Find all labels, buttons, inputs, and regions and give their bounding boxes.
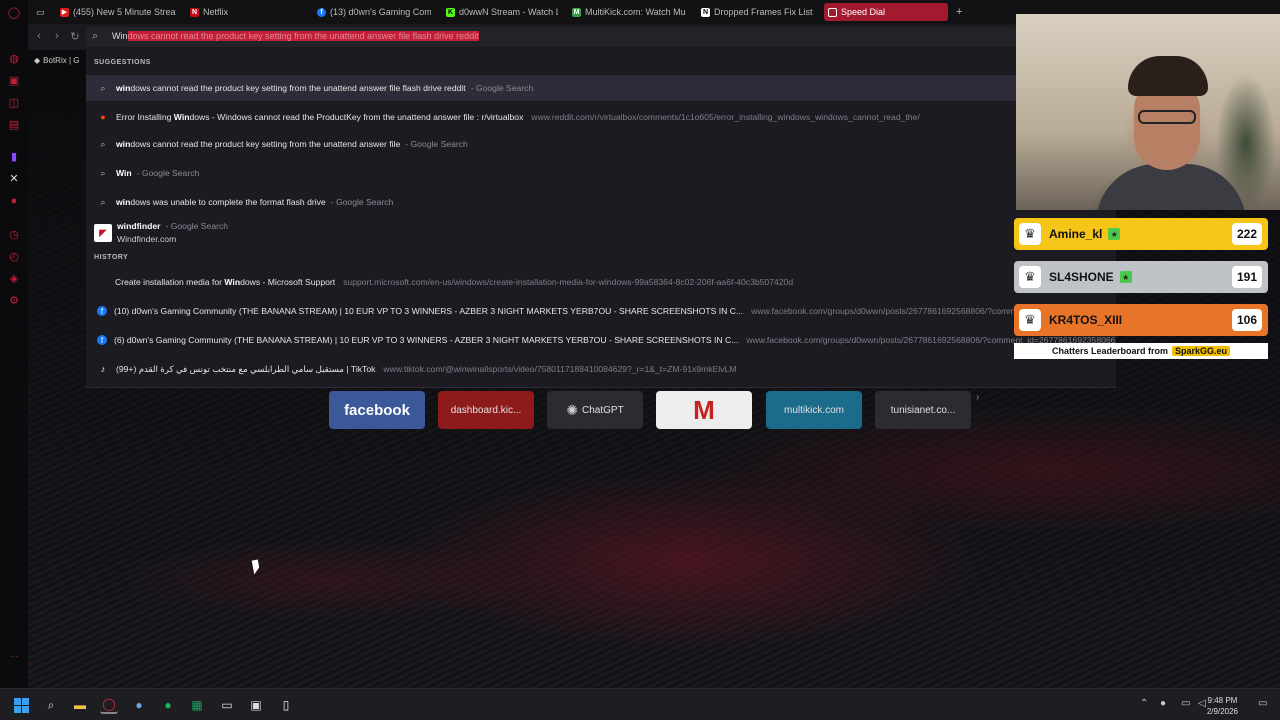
aria-icon[interactable]: ◍ — [7, 52, 21, 66]
settings-icon[interactable]: ⚙ — [7, 294, 21, 308]
network-icon[interactable]: ▭ — [1181, 698, 1190, 709]
history-row[interactable]: Create installation media for Windows - … — [86, 269, 1116, 295]
x-icon[interactable]: ✕ — [7, 172, 21, 186]
crown-icon: ♛ — [1019, 223, 1041, 245]
microsoft-icon — [97, 277, 108, 288]
speed-dial-icon — [828, 7, 837, 17]
history-icon[interactable]: ◷ — [7, 228, 21, 242]
speed-dial-facebook[interactable]: facebook — [329, 391, 425, 429]
history-row[interactable]: ♪ (99+) مستقبل سامي الطرابلسي مع منتخب ت… — [86, 356, 1116, 382]
back-button[interactable]: ‹ — [32, 30, 46, 42]
bookmark-botrix[interactable]: BotRix | G — [43, 56, 79, 65]
tab-speed-dial[interactable]: Speed Dial — [824, 3, 948, 21]
leaderboard-entry: ♛ Amine_kl ★ 222 — [1014, 218, 1268, 250]
windfinder-icon: ◤ — [94, 224, 112, 242]
speed-dial-gmail[interactable]: M — [656, 391, 752, 429]
tab-kick[interactable]: K d0wwN Stream - Watch L — [442, 3, 558, 21]
address-bar[interactable]: ⌕ Windows cannot read the product key se… — [86, 27, 1016, 47]
microphone-icon[interactable]: ● — [1160, 698, 1166, 709]
windows-start-icon[interactable] — [12, 696, 30, 714]
taskbar: ⌕ ▬ ◯ ● ● ▦ ▭ ▣ ▯ ⌃ ● ▭ ◁ 9:48 PM 2/9/20… — [0, 688, 1280, 720]
opera-icon[interactable]: ◯ — [100, 696, 118, 714]
leaderboard-footer: Chatters Leaderboard from SparkGG.eu — [1014, 343, 1268, 359]
speed-dial-chatgpt[interactable]: ✺ ChatGPT — [547, 391, 643, 429]
leaderboard-entry: ♛ KR4TOS_XIII 106 — [1014, 304, 1268, 336]
speed-dial-multikick[interactable]: multikick.com — [766, 391, 862, 429]
extensions-icon[interactable]: ◈ — [7, 272, 21, 286]
terminal-icon[interactable]: ▭ — [218, 696, 236, 714]
netflix-icon: N — [190, 7, 199, 17]
app-icon[interactable]: ● — [130, 696, 148, 714]
tab-dropped-frames[interactable]: N Dropped Frames Fix List — [697, 3, 817, 21]
pinboard-icon[interactable]: ▤ — [7, 118, 21, 132]
botrix-icon: ◆ — [34, 55, 41, 65]
tray-expand-icon[interactable]: ⌃ — [1140, 698, 1148, 709]
tab-youtube[interactable]: ▶ (455) New 5 Minute Strea — [56, 3, 176, 21]
address-suggestions-dropdown: SUGGESTIONS ⌕ windows cannot read the pr… — [86, 50, 1116, 388]
search-icon: ⌕ — [100, 82, 106, 93]
facebook-icon: f — [97, 335, 107, 345]
browser-sidebar: ◯ ◍ ▣ ◫ ▤ ▮ ✕ ● ◷ ◴ ◈ ⚙ ⋯ — [0, 0, 28, 688]
tab-facebook[interactable]: f (13) d0wn's Gaming Comr — [313, 3, 431, 21]
speed-dial-next-icon[interactable]: › — [976, 392, 979, 403]
autocomplete-selection: dows cannot read the product key setting… — [127, 31, 479, 41]
messenger-icon[interactable]: ◫ — [7, 96, 21, 110]
search-icon: ⌕ — [92, 30, 99, 42]
star-icon: ★ — [1108, 228, 1121, 240]
facebook-icon: f — [317, 7, 326, 17]
suggestion-row[interactable]: ◤ windfinder - Google Search Windfinder.c… — [86, 218, 1116, 248]
youtube-icon: ▶ — [60, 7, 69, 17]
chatgpt-icon: ✺ — [566, 401, 579, 418]
history-row[interactable]: f (6) d0wn's Gaming Community (THE BANAN… — [86, 327, 1116, 353]
gmail-icon: M — [693, 394, 715, 425]
opera-logo-icon[interactable]: ◯ — [7, 6, 21, 20]
notepad-icon[interactable]: ▯ — [277, 696, 295, 714]
notion-icon: N — [701, 7, 710, 17]
new-tab-button[interactable]: + — [952, 3, 966, 21]
suggestion-row[interactable]: ⌕ windows was unable to complete the for… — [86, 189, 1116, 215]
suggestions-label: SUGGESTIONS — [94, 59, 151, 66]
suggestion-row[interactable]: ● Error Installing Windows - Windows can… — [86, 104, 1116, 130]
tab-netflix[interactable]: N Netflix — [186, 3, 296, 21]
clock[interactable]: 9:48 PM 2/9/2026 — [1207, 695, 1238, 717]
search-icon: ⌕ — [100, 196, 106, 207]
search-icon: ⌕ — [100, 138, 106, 149]
cmd-icon[interactable]: ▣ — [247, 696, 265, 714]
tab-overview-icon[interactable]: ▭ — [32, 3, 52, 21]
leaderboard-entry: ♛ SL4SHONE ★ 191 — [1014, 261, 1268, 293]
reddit-icon: ● — [100, 112, 106, 122]
spotify-icon[interactable]: ● — [159, 696, 177, 714]
notification-icon[interactable]: ▭ — [1258, 698, 1267, 709]
search-icon: ⌕ — [100, 167, 106, 178]
volume-icon[interactable]: ◁ — [1198, 698, 1206, 709]
reload-button[interactable]: ↻ — [68, 30, 82, 43]
twitch-icon[interactable]: ▮ — [7, 150, 21, 164]
file-explorer-icon[interactable]: ▬ — [71, 696, 89, 714]
forward-button[interactable]: › — [50, 30, 64, 42]
crown-icon: ♛ — [1019, 309, 1041, 331]
speed-dial-tunisianet[interactable]: tunisianet.co... — [875, 391, 971, 429]
crown-icon: ♛ — [1019, 266, 1041, 288]
facebook-icon: f — [97, 306, 107, 316]
webcam-overlay — [1016, 14, 1280, 210]
tab-multikick[interactable]: M MultiKick.com: Watch Mu — [568, 3, 686, 21]
star-icon: ★ — [1119, 271, 1132, 283]
history-label: HISTORY — [94, 254, 129, 261]
address-input[interactable]: Windows cannot read the product key sett… — [112, 31, 479, 41]
suggestion-row[interactable]: ⌕ windows cannot read the product key se… — [86, 131, 1116, 157]
bookmark-bar: ◆ BotRix | G — [28, 50, 88, 70]
speed-dial-kick-dashboard[interactable]: dashboard.kic... — [438, 391, 534, 429]
history-row[interactable]: f (10) d0wn's Gaming Community (THE BANA… — [86, 298, 1116, 324]
excel-icon[interactable]: ▦ — [188, 696, 206, 714]
tiktok-icon: ♪ — [100, 364, 106, 374]
music-icon[interactable]: ● — [7, 194, 21, 208]
player-icon[interactable]: ▣ — [7, 74, 21, 88]
suggestion-row[interactable]: ⌕ windows cannot read the product key se… — [86, 75, 1116, 101]
multikick-icon: M — [572, 7, 581, 17]
kick-icon: K — [446, 7, 455, 17]
clock-icon[interactable]: ◴ — [7, 250, 21, 264]
sidebar-more-icon[interactable]: ⋯ — [7, 650, 21, 664]
search-icon[interactable]: ⌕ — [42, 696, 60, 714]
suggestion-row[interactable]: ⌕ Win - Google Search — [86, 160, 1116, 186]
